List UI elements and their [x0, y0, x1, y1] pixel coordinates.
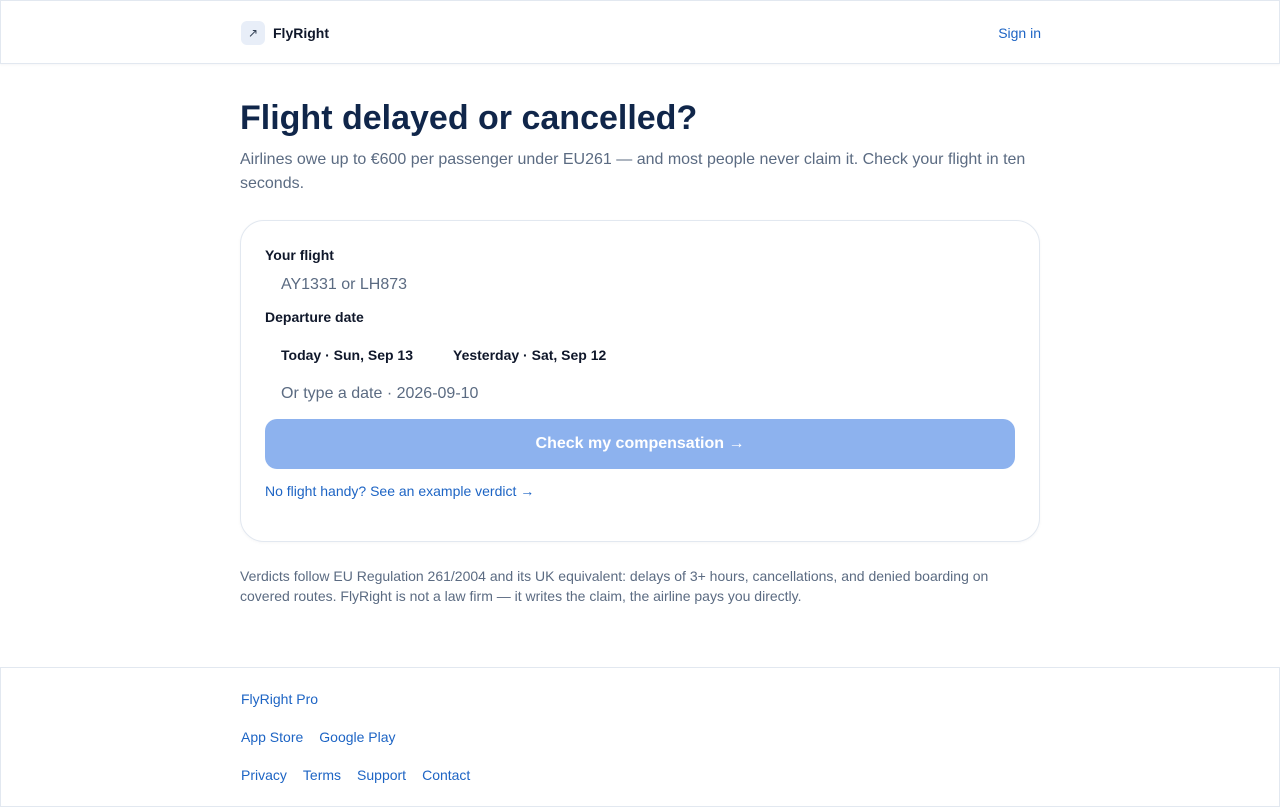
footer-link-app-store[interactable]: App Store	[241, 729, 303, 745]
page-title: Flight delayed or cancelled?	[240, 99, 698, 137]
footer-row-legal: Privacy Terms Support Contact	[241, 756, 1041, 794]
footer-link-google-play[interactable]: Google Play	[319, 729, 395, 745]
footer-inner: FlyRight Pro App Store Google Play Priva…	[241, 668, 1041, 794]
footer-link-privacy[interactable]: Privacy	[241, 767, 287, 783]
sign-in-link[interactable]: Sign in	[998, 25, 1041, 41]
top-navigation-inner: ↗ FlyRight Sign in	[241, 1, 1041, 65]
top-navigation-bar: ↗ FlyRight Sign in	[0, 0, 1280, 64]
example-verdict-link[interactable]: No flight handy? See an example verdict …	[265, 483, 534, 499]
footer-row-pro: FlyRight Pro	[241, 680, 1041, 718]
regulation-disclaimer: Verdicts follow EU Regulation 261/2004 a…	[240, 568, 989, 604]
date-quick-options: Today · Sun, Sep 13 Yesterday · Sat, Sep…	[265, 335, 1015, 375]
date-option-today[interactable]: Today · Sun, Sep 13	[265, 335, 429, 375]
footer-link-pro[interactable]: FlyRight Pro	[241, 691, 318, 707]
footer-link-terms[interactable]: Terms	[303, 767, 341, 783]
brand-name: FlyRight	[273, 25, 329, 41]
departure-date-label: Departure date	[265, 309, 364, 325]
site-footer: FlyRight Pro App Store Google Play Priva…	[0, 667, 1280, 807]
footer-link-support[interactable]: Support	[357, 767, 406, 783]
footer-link-contact[interactable]: Contact	[422, 767, 470, 783]
flight-number-input[interactable]	[265, 269, 1015, 301]
brand-logo[interactable]: ↗ FlyRight	[241, 21, 329, 45]
date-option-yesterday[interactable]: Yesterday · Sat, Sep 12	[437, 335, 622, 375]
departure-date-input[interactable]	[265, 377, 1015, 411]
flight-check-form: Your flight Departure date Today · Sun, …	[240, 220, 1040, 542]
main-content: Flight delayed or cancelled? Airlines ow…	[240, 64, 1040, 606]
footer-row-apps: App Store Google Play	[241, 718, 1041, 756]
page-subtitle: Airlines owe up to €600 per passenger un…	[240, 151, 1026, 192]
plane-arrow-icon: ↗	[241, 21, 265, 45]
flight-field-label: Your flight	[265, 247, 334, 263]
check-compensation-button[interactable]: Check my compensation →	[265, 419, 1015, 469]
